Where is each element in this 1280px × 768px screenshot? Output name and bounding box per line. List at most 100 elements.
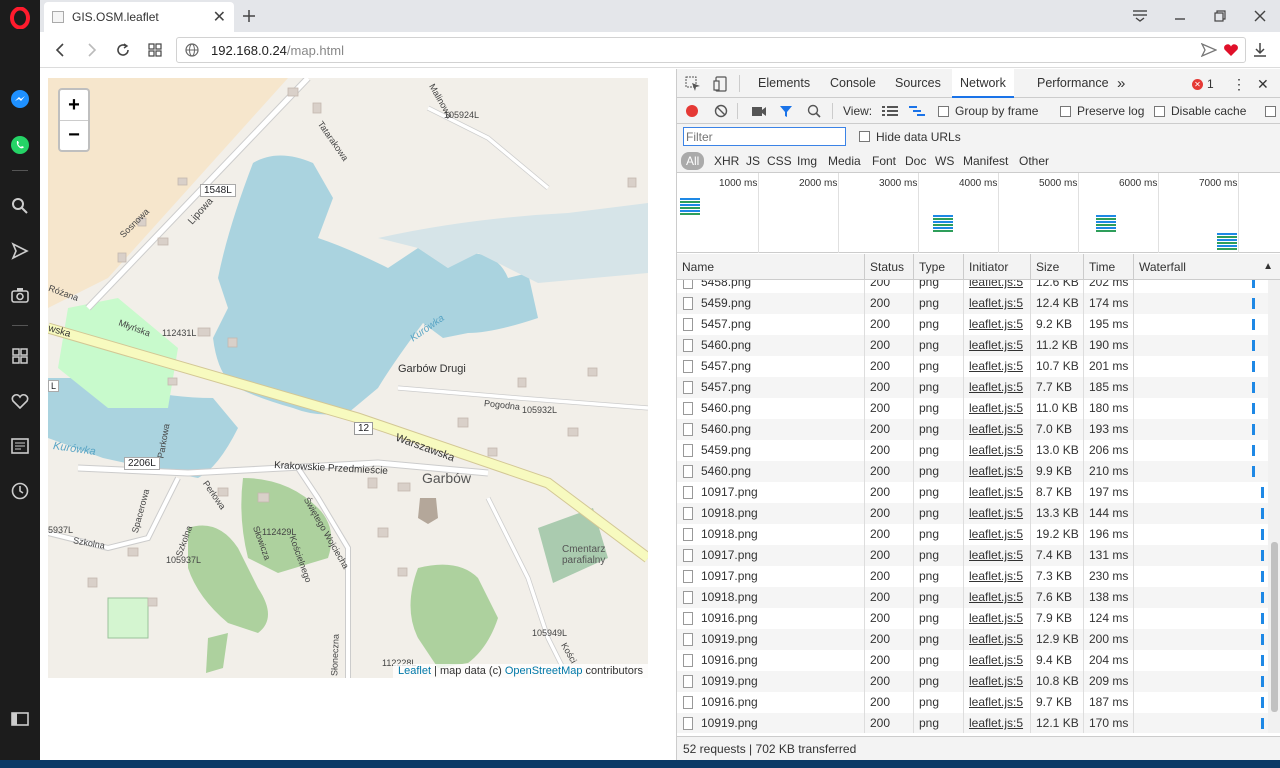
sidebar-toggle-icon[interactable]	[0, 704, 40, 734]
disable-cache-checkbox[interactable]: Disable cache	[1154, 98, 1246, 124]
messenger-icon[interactable]	[0, 84, 40, 114]
type-all[interactable]: All	[681, 152, 705, 170]
large-rows-icon[interactable]	[882, 98, 898, 124]
search-network-icon[interactable]	[807, 98, 821, 124]
opera-logo-icon[interactable]	[0, 3, 40, 33]
tab-sources[interactable]: Sources	[887, 69, 949, 98]
col-name[interactable]: Name	[677, 254, 864, 280]
table-row[interactable]: 5460.png 200 png leaflet.js:5 11.0 KB 180 ms	[677, 398, 1268, 419]
table-row[interactable]: 10917.png 200 png leaflet.js:5 7.3 KB 230 ms	[677, 566, 1268, 587]
cell-initiator[interactable]: leaflet.js:5	[963, 671, 1030, 692]
table-row[interactable]: 10917.png 200 png leaflet.js:5 8.7 KB 197 ms	[677, 482, 1268, 503]
devtools-close-icon[interactable]: ✕	[1257, 71, 1269, 97]
type-xhr[interactable]: XHR	[711, 152, 742, 170]
scrollbar-thumb[interactable]	[1271, 542, 1278, 712]
osm-link[interactable]: OpenStreetMap	[505, 665, 583, 677]
table-scrollbar[interactable]	[1268, 280, 1280, 733]
cell-initiator[interactable]: leaflet.js:5	[963, 545, 1030, 566]
cell-initiator[interactable]: leaflet.js:5	[963, 461, 1030, 482]
table-row[interactable]: 10917.png 200 png leaflet.js:5 7.4 KB 131 ms	[677, 545, 1268, 566]
cell-initiator[interactable]: leaflet.js:5	[963, 587, 1030, 608]
device-toolbar-icon[interactable]	[713, 71, 729, 97]
speed-dial-icon[interactable]	[0, 341, 40, 371]
history-icon[interactable]	[0, 476, 40, 506]
table-row[interactable]: 10916.png 200 png leaflet.js:5 9.4 KB 204 ms	[677, 650, 1268, 671]
table-row[interactable]: 5460.png 200 png leaflet.js:5 11.2 KB 190 ms	[677, 335, 1268, 356]
type-media[interactable]: Media	[825, 152, 864, 170]
table-row[interactable]: 5459.png 200 png leaflet.js:5 12.4 KB 174 ms	[677, 293, 1268, 314]
zoom-in-button[interactable]: +	[60, 90, 88, 120]
col-status[interactable]: Status	[864, 254, 913, 280]
leaflet-map[interactable]: 1548L Lipowa Sosnowa Tatarakowa Malinowa…	[48, 78, 648, 678]
type-other[interactable]: Other	[1016, 152, 1052, 170]
record-button[interactable]	[686, 98, 698, 124]
type-font[interactable]: Font	[869, 152, 899, 170]
clear-icon[interactable]	[714, 98, 728, 124]
col-type[interactable]: Type	[913, 254, 963, 280]
type-manifest[interactable]: Manifest	[960, 152, 1011, 170]
whatsapp-icon[interactable]	[0, 130, 40, 160]
cell-initiator[interactable]: leaflet.js:5	[963, 692, 1030, 713]
cell-initiator[interactable]: leaflet.js:5	[963, 503, 1030, 524]
filter-input[interactable]	[683, 127, 846, 146]
cell-initiator[interactable]: leaflet.js:5	[963, 314, 1030, 335]
tab-grid-button[interactable]	[141, 36, 169, 64]
camera-icon[interactable]	[0, 280, 40, 310]
zoom-out-button[interactable]: −	[60, 120, 88, 150]
bookmark-heart-icon[interactable]	[1223, 43, 1239, 60]
tab-menu-icon[interactable]	[1120, 0, 1160, 32]
type-css[interactable]: CSS	[764, 152, 795, 170]
tab-elements[interactable]: Elements	[750, 69, 818, 98]
cell-initiator[interactable]: leaflet.js:5	[963, 440, 1030, 461]
table-row[interactable]: 10919.png 200 png leaflet.js:5 12.1 KB 170 ms	[677, 713, 1268, 733]
cell-initiator[interactable]: leaflet.js:5	[963, 566, 1030, 587]
minimize-button[interactable]	[1160, 0, 1200, 32]
tab-console[interactable]: Console	[822, 69, 884, 98]
cell-initiator[interactable]: leaflet.js:5	[963, 356, 1030, 377]
table-row[interactable]: 10919.png 200 png leaflet.js:5 12.9 KB 200 ms	[677, 629, 1268, 650]
cell-initiator[interactable]: leaflet.js:5	[963, 293, 1030, 314]
table-row[interactable]: 5457.png 200 png leaflet.js:5 7.7 KB 185 ms	[677, 377, 1268, 398]
hide-data-urls-checkbox[interactable]: Hide data URLs	[859, 124, 961, 149]
preserve-log-checkbox[interactable]: Preserve log	[1060, 98, 1144, 124]
filter-funnel-icon[interactable]	[779, 98, 793, 124]
downloads-button[interactable]	[1246, 36, 1274, 64]
table-row[interactable]: 10918.png 200 png leaflet.js:5 7.6 KB 138 ms	[677, 587, 1268, 608]
tab-close-icon[interactable]: ✕	[213, 7, 226, 27]
error-counter[interactable]: ✕ 1	[1192, 71, 1214, 97]
table-row[interactable]: 5457.png 200 png leaflet.js:5 10.7 KB 201 ms	[677, 356, 1268, 377]
browser-tab[interactable]: GIS.OSM.leaflet ✕	[44, 2, 234, 32]
more-tabs-button[interactable]: »	[1109, 69, 1133, 98]
cell-initiator[interactable]: leaflet.js:5	[963, 608, 1030, 629]
table-row[interactable]: 10919.png 200 png leaflet.js:5 10.8 KB 209 ms	[677, 671, 1268, 692]
news-icon[interactable]	[0, 431, 40, 461]
cell-initiator[interactable]: leaflet.js:5	[963, 650, 1030, 671]
type-img[interactable]: Img	[794, 152, 820, 170]
inspect-element-icon[interactable]	[685, 71, 701, 97]
address-bar[interactable]: 192.168.0.24/map.html	[176, 37, 1246, 63]
table-row[interactable]: 5457.png 200 png leaflet.js:5 9.2 KB 195 ms	[677, 314, 1268, 335]
close-window-button[interactable]	[1240, 0, 1280, 32]
type-doc[interactable]: Doc	[902, 152, 929, 170]
table-row[interactable]: 5458.png 200 png leaflet.js:5 12.6 KB 202 ms	[677, 280, 1268, 293]
col-size[interactable]: Size	[1030, 254, 1083, 280]
cell-initiator[interactable]: leaflet.js:5	[963, 713, 1030, 733]
cell-initiator[interactable]: leaflet.js:5	[963, 482, 1030, 503]
cell-initiator[interactable]: leaflet.js:5	[963, 335, 1030, 356]
col-initiator[interactable]: Initiator	[963, 254, 1030, 280]
table-row[interactable]: 10918.png 200 png leaflet.js:5 13.3 KB 144 ms	[677, 503, 1268, 524]
tab-network[interactable]: Network	[952, 69, 1014, 98]
table-row[interactable]: 10918.png 200 png leaflet.js:5 19.2 KB 196 ms	[677, 524, 1268, 545]
send-icon[interactable]	[0, 236, 40, 266]
table-row[interactable]: 5460.png 200 png leaflet.js:5 7.0 KB 193 ms	[677, 419, 1268, 440]
reload-button[interactable]	[109, 36, 137, 64]
type-js[interactable]: JS	[743, 152, 763, 170]
cell-initiator[interactable]: leaflet.js:5	[963, 377, 1030, 398]
cell-initiator[interactable]: leaflet.js:5	[963, 280, 1030, 293]
table-row[interactable]: 5459.png 200 png leaflet.js:5 13.0 KB 206 ms	[677, 440, 1268, 461]
show-overview-icon[interactable]	[909, 98, 925, 124]
group-by-frame-checkbox[interactable]: Group by frame	[938, 98, 1038, 124]
back-button[interactable]	[46, 36, 74, 64]
table-row[interactable]: 10916.png 200 png leaflet.js:5 7.9 KB 124 ms	[677, 608, 1268, 629]
cell-initiator[interactable]: leaflet.js:5	[963, 419, 1030, 440]
